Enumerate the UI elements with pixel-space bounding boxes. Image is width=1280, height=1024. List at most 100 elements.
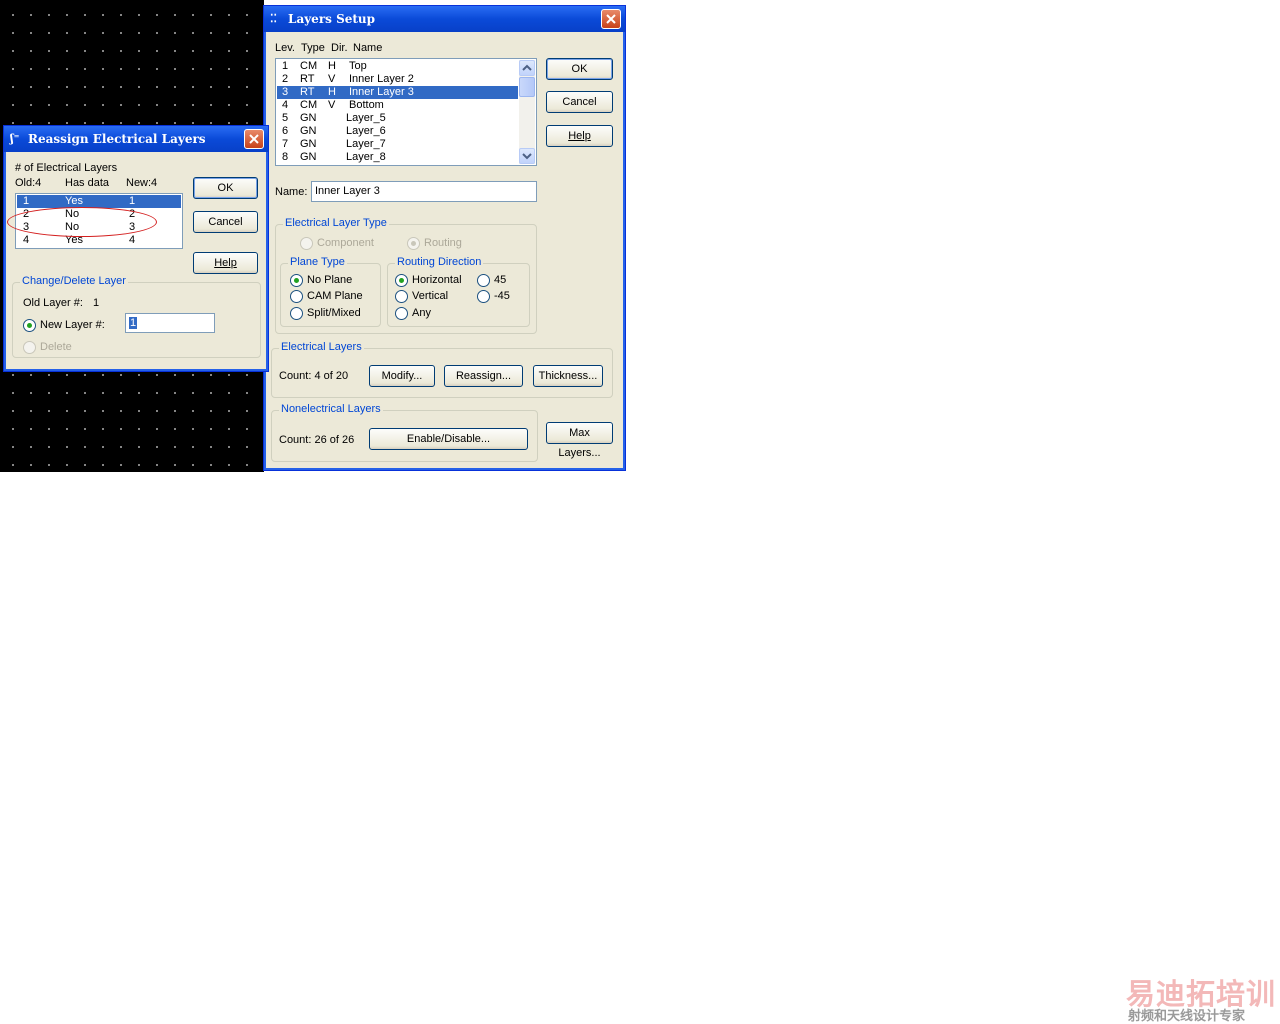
routing-label: Routing	[424, 237, 462, 249]
layer-row[interactable]: 3 RT H Inner Layer 3	[277, 86, 518, 99]
scroll-up-button[interactable]	[519, 60, 535, 76]
scroll-thumb[interactable]	[519, 77, 535, 97]
chevron-down-icon	[522, 153, 532, 160]
layers-setup-titlebar[interactable]: ⁚⁚ Layers Setup	[264, 6, 625, 32]
layer-name-input[interactable]: Inner Layer 3	[311, 181, 537, 202]
layers-ok-button[interactable]: OK	[546, 58, 613, 80]
no-plane-label[interactable]: No Plane	[307, 274, 352, 286]
layer-cell-dir: V	[328, 73, 336, 85]
no-plane-radio[interactable]	[290, 274, 303, 287]
layers-help-button[interactable]: Help	[546, 125, 613, 147]
layer-cell-type: GN	[300, 138, 317, 150]
watermark-subtitle: 射频和天线设计专家	[1128, 1009, 1246, 1024]
plane-type-label: Plane Type	[288, 256, 347, 268]
layer-row[interactable]: 4 CM V Bottom	[277, 99, 518, 112]
reassign-cell-old: 1	[23, 195, 30, 207]
name-label: Name:	[275, 186, 308, 198]
reassign-cell-old: 4	[23, 234, 30, 246]
horizontal-label[interactable]: Horizontal	[412, 274, 462, 286]
layers-setup-title: Layers Setup	[288, 12, 376, 26]
new-layer-radio[interactable]	[23, 319, 36, 332]
reassign-body: # of Electrical Layers Old:4 Has data Ne…	[7, 152, 265, 368]
component-label: Component	[317, 237, 374, 249]
layers-cancel-button[interactable]: Cancel	[546, 91, 613, 113]
layer-cell-name: Inner Layer 3	[349, 86, 414, 98]
col-header-type: Type	[301, 42, 325, 54]
reassign-titlebar[interactable]: ʃ⁼ Reassign Electrical Layers	[4, 126, 268, 152]
change-delete-label: Change/Delete Layer	[20, 275, 128, 287]
help-label: Help	[568, 130, 591, 142]
layer-cell-lev: 8	[282, 151, 289, 163]
deg45-label[interactable]: 45	[494, 274, 506, 286]
layer-row[interactable]: 6 GN Layer_6	[277, 125, 518, 138]
layer-cell-lev: 6	[282, 125, 289, 137]
layers-setup-close-button[interactable]	[601, 9, 621, 29]
split-mixed-label[interactable]: Split/Mixed	[307, 307, 361, 319]
degm45-radio[interactable]	[477, 290, 490, 303]
reassign-row[interactable]: 1 Yes 1	[17, 195, 181, 208]
layer-row[interactable]: 5 GN Layer_5	[277, 112, 518, 125]
layer-cell-dir: V	[328, 99, 336, 111]
electrical-count: Count: 4 of 20	[279, 370, 349, 382]
enable-disable-button[interactable]: Enable/Disable...	[369, 428, 528, 450]
vertical-label[interactable]: Vertical	[412, 290, 448, 302]
app-icon: ʃ⁼	[10, 132, 20, 145]
vertical-radio[interactable]	[395, 290, 408, 303]
deg45-radio[interactable]	[477, 274, 490, 287]
new-layer-value: 1	[129, 317, 138, 329]
electrical-layer-type-label: Electrical Layer Type	[283, 217, 389, 229]
col-header-dir: Dir.	[331, 42, 348, 54]
cam-plane-radio[interactable]	[290, 290, 303, 303]
layer-cell-name: Layer_5	[346, 112, 386, 124]
any-radio[interactable]	[395, 307, 408, 320]
modify-button[interactable]: Modify...	[369, 365, 435, 387]
layer-row[interactable]: 2 RT V Inner Layer 2	[277, 73, 518, 86]
horizontal-radio[interactable]	[395, 274, 408, 287]
layer-row[interactable]: 7 GN Layer_7	[277, 138, 518, 151]
annotation-ellipse	[7, 207, 157, 237]
nonelectrical-layers-label: Nonelectrical Layers	[279, 403, 383, 415]
layer-cell-lev: 5	[282, 112, 289, 124]
electrical-layers-group: Electrical Layers Count: 4 of 20 Modify.…	[271, 341, 613, 398]
delete-label: Delete	[40, 341, 72, 353]
electrical-layer-type-group: Electrical Layer Type Component Routing …	[275, 217, 537, 334]
scroll-down-button[interactable]	[519, 148, 535, 164]
new-layer-input[interactable]: 1	[125, 313, 215, 333]
degm45-label[interactable]: -45	[494, 290, 510, 302]
num-electrical-layers-label: # of Electrical Layers	[15, 162, 118, 174]
layer-cell-name: Bottom	[349, 99, 384, 111]
layer-cell-dir: H	[328, 86, 336, 98]
reassign-button[interactable]: Reassign...	[444, 365, 523, 387]
layer-cell-type: CM	[300, 60, 318, 72]
cam-plane-label[interactable]: CAM Plane	[307, 290, 363, 302]
layer-row[interactable]: 8 GN Layer_8	[277, 151, 518, 164]
close-icon	[249, 134, 259, 144]
new-layer-label[interactable]: New Layer #:	[40, 319, 105, 331]
layers-setup-dialog: ⁚⁚ Layers Setup Lev. Type Dir. Name 1 CM H…	[263, 5, 626, 471]
split-mixed-radio[interactable]	[290, 307, 303, 320]
layer-cell-lev: 4	[282, 99, 289, 111]
old-layer-value: 1	[93, 297, 100, 309]
layers-list[interactable]: 1 CM H Top 2 RT V Inner Layer 2 3 RT H Inner Layer …	[275, 58, 537, 166]
reassign-title: Reassign Electrical Layers	[28, 132, 206, 146]
routing-direction-label: Routing Direction	[395, 256, 484, 268]
thickness-button[interactable]: Thickness...	[533, 365, 603, 387]
reassign-help-button[interactable]: Help	[193, 252, 258, 274]
layers-list-scrollbar[interactable]	[519, 60, 535, 164]
layer-cell-type: CM	[300, 99, 318, 111]
max-layers-button[interactable]: Max Layers...	[546, 422, 613, 459]
layer-row[interactable]: 1 CM H Top	[277, 60, 518, 73]
layer-cell-lev: 2	[282, 73, 289, 85]
change-delete-group: Change/Delete Layer Old Layer #: 1 New L…	[12, 275, 261, 358]
layer-cell-dir: H	[328, 60, 336, 72]
reassign-cancel-button[interactable]: Cancel	[193, 211, 258, 233]
layer-cell-name: Top	[349, 60, 367, 72]
reassign-ok-button[interactable]: OK	[193, 177, 258, 199]
nonelectrical-layers-group: Nonelectrical Layers Count: 26 of 26 Ena…	[271, 403, 538, 462]
any-label[interactable]: Any	[412, 307, 431, 319]
component-radio	[300, 237, 313, 250]
reassign-close-button[interactable]	[244, 129, 264, 149]
help-label: Help	[214, 257, 237, 269]
reassign-cell-new: 4	[129, 234, 136, 246]
layer-cell-lev: 7	[282, 138, 289, 150]
